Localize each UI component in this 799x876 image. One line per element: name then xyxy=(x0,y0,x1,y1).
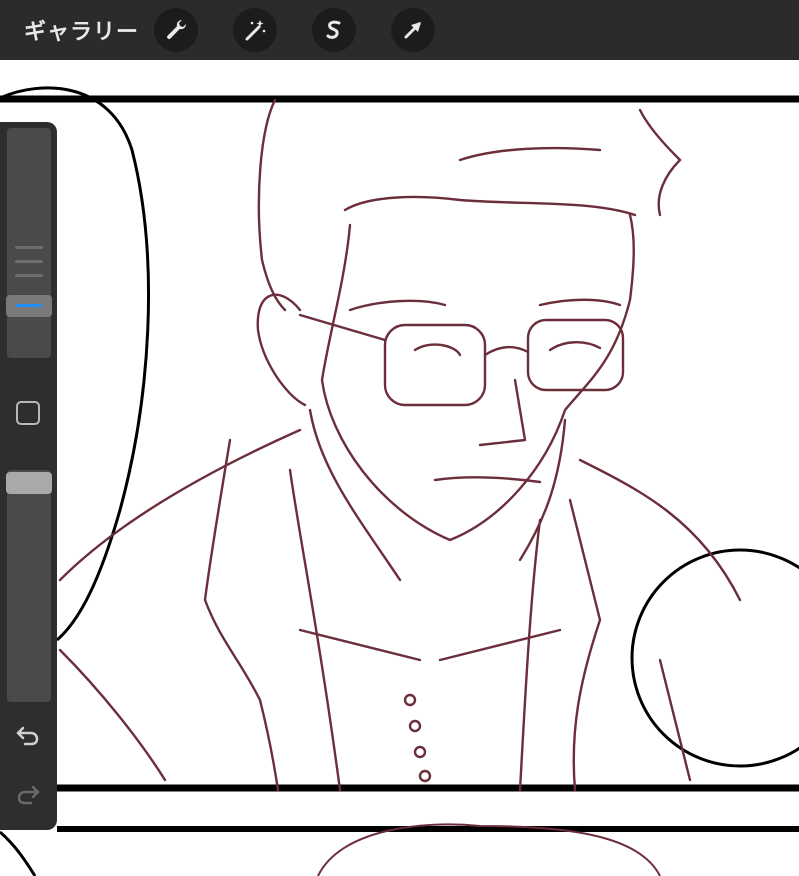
undo-icon xyxy=(16,726,39,746)
size-thumb-accent xyxy=(16,304,42,307)
speech-balloon-right xyxy=(630,548,799,768)
modify-button[interactable] xyxy=(16,401,40,425)
drawing-canvas[interactable] xyxy=(0,60,799,876)
transform-button[interactable] xyxy=(391,8,435,52)
adjustments-button[interactable] xyxy=(233,8,277,52)
left-sidebar xyxy=(0,122,57,830)
lower-panel-head xyxy=(317,823,661,876)
magic-wand-icon xyxy=(245,20,266,41)
opacity-thumb[interactable] xyxy=(6,472,52,494)
redo-icon xyxy=(17,785,40,805)
top-toolbar: ギャラリー xyxy=(0,0,799,60)
selection-button[interactable] xyxy=(312,8,356,52)
character-sketch xyxy=(58,98,742,792)
lower-panel-curve xyxy=(0,830,37,876)
undo-button[interactable] xyxy=(15,724,41,750)
wrench-icon xyxy=(167,19,187,39)
gallery-button[interactable]: ギャラリー xyxy=(24,14,154,46)
brush-size-thumb[interactable] xyxy=(6,295,52,317)
brush-size-slider[interactable] xyxy=(6,128,52,358)
redo-button[interactable] xyxy=(15,783,41,809)
opacity-slider[interactable] xyxy=(6,470,52,702)
wrench-button[interactable] xyxy=(154,8,198,52)
arrow-cursor-icon xyxy=(404,22,421,39)
selection-s-icon xyxy=(326,20,341,39)
